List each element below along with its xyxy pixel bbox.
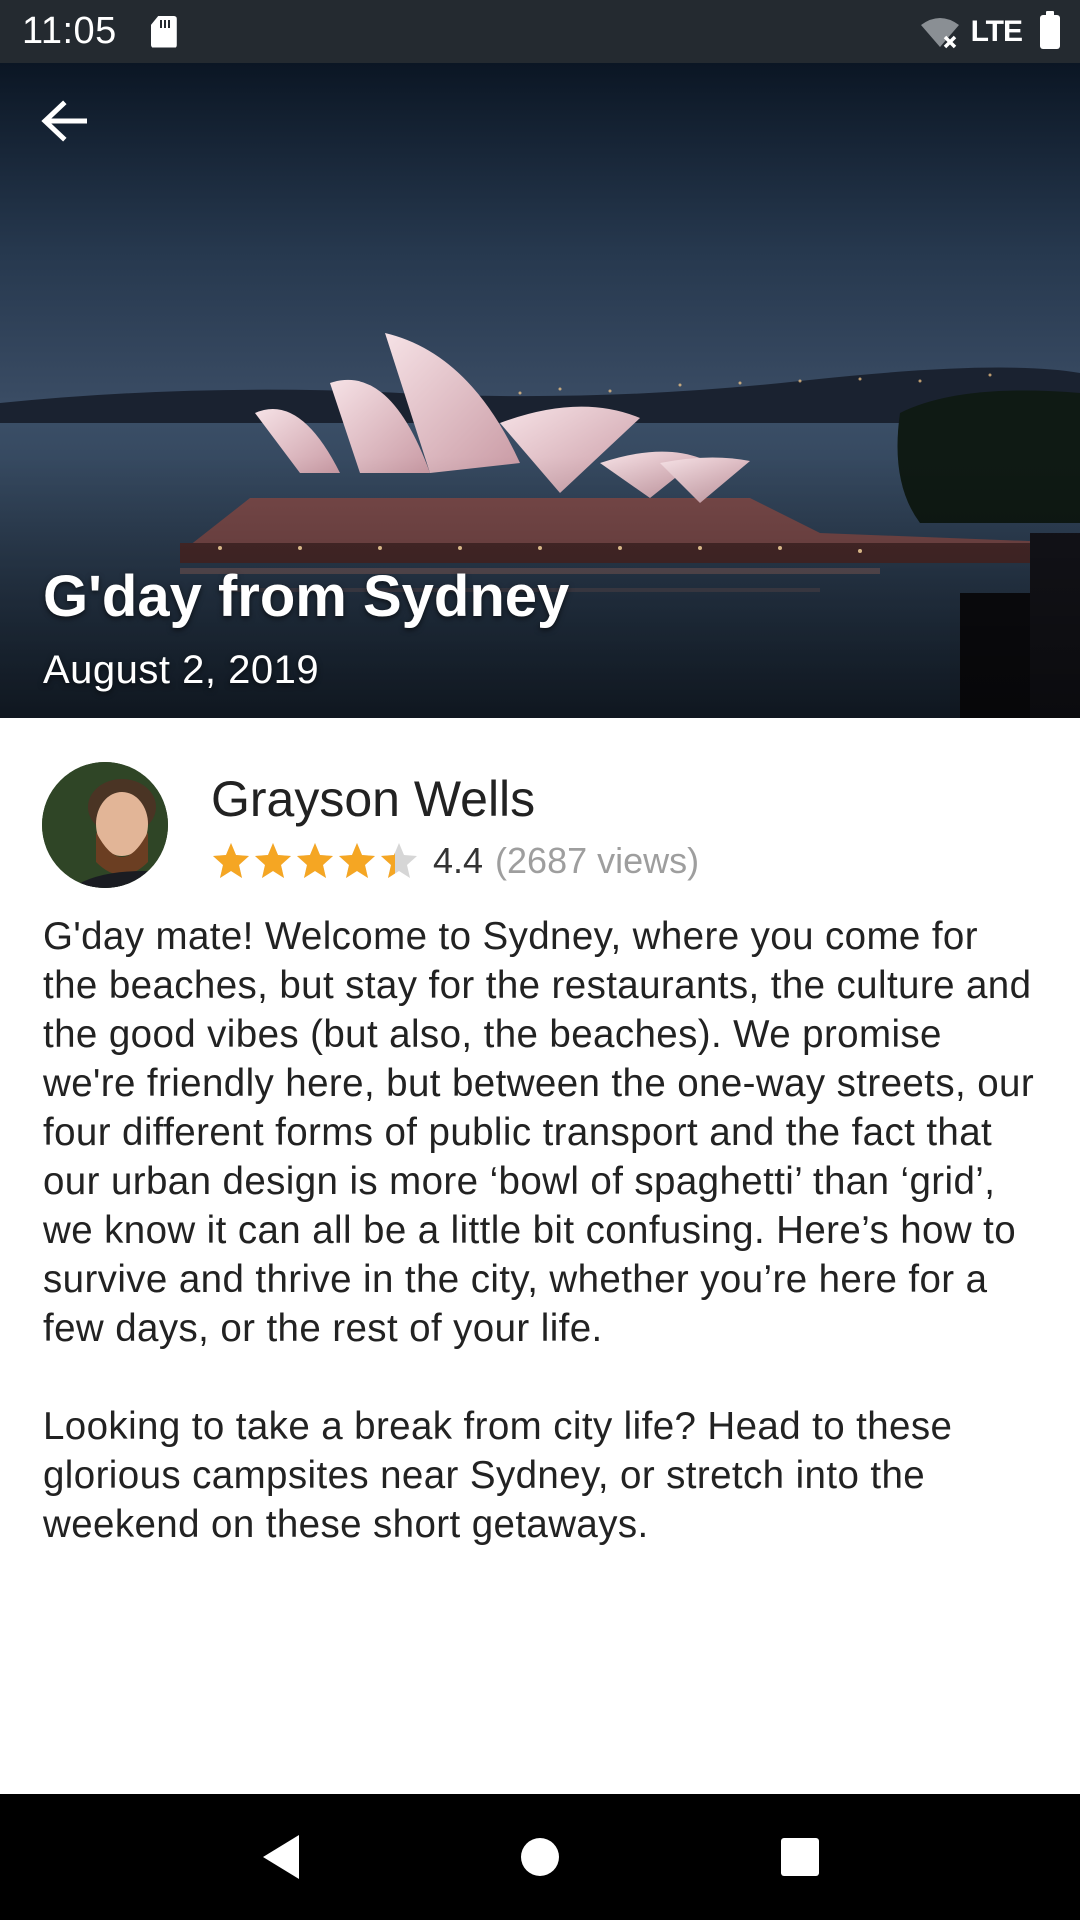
page-title: G'day from Sydney bbox=[43, 564, 570, 629]
rating-row: 4.4 (2687 views) bbox=[211, 840, 699, 882]
sd-card-icon bbox=[150, 15, 177, 48]
status-bar: 11:05 LTE bbox=[0, 0, 1080, 63]
nav-home-button[interactable] bbox=[510, 1827, 570, 1887]
star-rating bbox=[211, 841, 419, 881]
article-paragraph: G'day mate! Welcome to Sydney, where you… bbox=[43, 915, 1035, 1350]
network-type: LTE bbox=[970, 14, 1023, 48]
hero-image: G'day from Sydney August 2, 2019 bbox=[0, 63, 1080, 718]
article-body: G'day mate! Welcome to Sydney, where you… bbox=[43, 912, 1043, 1598]
star-full-icon bbox=[297, 843, 333, 878]
post-date: August 2, 2019 bbox=[43, 648, 320, 692]
author-name: Grayson Wells bbox=[211, 771, 536, 827]
star-full-icon bbox=[255, 843, 291, 878]
avatar[interactable] bbox=[42, 762, 168, 888]
star-full-icon bbox=[339, 843, 375, 878]
recents-square-icon bbox=[781, 1838, 819, 1876]
wifi-off-icon bbox=[919, 15, 961, 49]
arrow-back-icon bbox=[41, 100, 87, 142]
battery-icon bbox=[1040, 10, 1060, 49]
author-photo bbox=[42, 762, 168, 888]
nav-back-button[interactable] bbox=[250, 1827, 310, 1887]
article-paragraph: Looking to take a break from city life? … bbox=[43, 1405, 953, 1546]
back-button[interactable] bbox=[36, 93, 92, 149]
author-row: Grayson Wells 4.4 (2687 views) bbox=[42, 762, 1042, 888]
nav-recents-button[interactable] bbox=[770, 1827, 830, 1887]
system-nav-bar bbox=[0, 1794, 1080, 1920]
back-triangle-icon bbox=[263, 1835, 299, 1879]
home-circle-icon bbox=[521, 1838, 559, 1876]
status-time: 11:05 bbox=[22, 10, 117, 52]
star-half-icon bbox=[381, 843, 417, 878]
star-full-icon bbox=[213, 843, 249, 878]
view-count: (2687 views) bbox=[495, 840, 700, 881]
rating-value: 4.4 bbox=[433, 840, 484, 881]
